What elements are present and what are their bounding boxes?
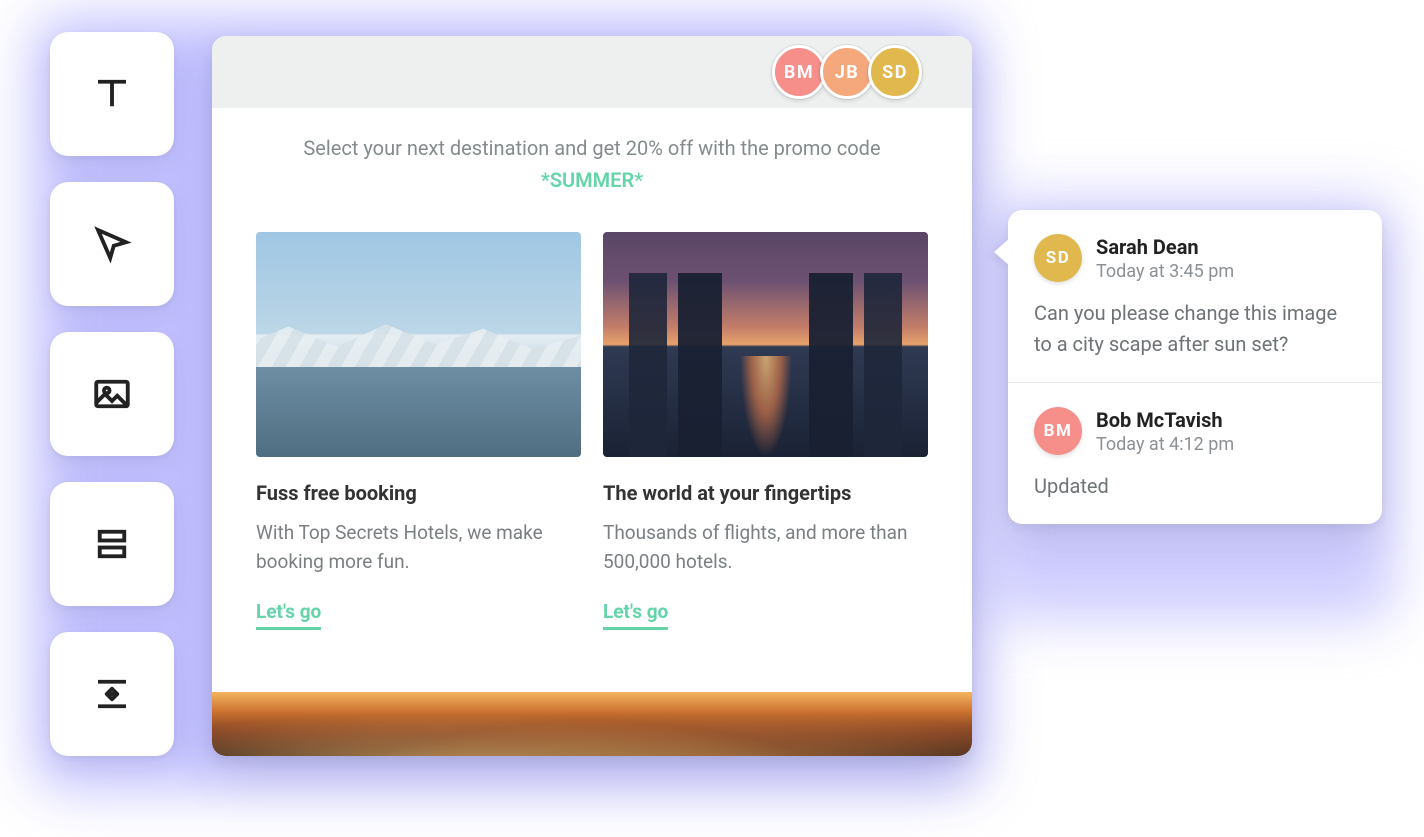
card-2-title: The world at your fingertips <box>603 481 928 505</box>
tool-rows-button[interactable] <box>50 482 174 606</box>
comment-2-header: BM Bob McTavish Today at 4:12 pm <box>1034 407 1356 455</box>
footer-banner-image <box>212 692 972 756</box>
left-toolbar <box>50 32 174 756</box>
tool-image-button[interactable] <box>50 332 174 456</box>
tool-spacing-button[interactable] <box>50 632 174 756</box>
image-icon <box>91 373 133 415</box>
tool-text-button[interactable] <box>50 32 174 156</box>
comment-2[interactable]: BM Bob McTavish Today at 4:12 pm Updated <box>1008 382 1382 524</box>
card-2-cta[interactable]: Let's go <box>603 600 668 630</box>
rows-icon <box>91 523 133 565</box>
card-2-desc: Thousands of flights, and more than 500,… <box>603 519 928 576</box>
comments-panel: SD Sarah Dean Today at 3:45 pm Can you p… <box>1008 210 1382 524</box>
comment-1-author: Sarah Dean <box>1096 235 1234 259</box>
avatar-jb[interactable]: JB <box>820 45 874 99</box>
comment-1-time: Today at 3:45 pm <box>1096 261 1234 282</box>
comment-2-avatar: BM <box>1034 407 1082 455</box>
pointer-icon <box>91 223 133 265</box>
promo-text: Select your next destination and get 20%… <box>256 136 928 160</box>
card-1-image[interactable] <box>256 232 581 457</box>
editor-canvas: BM JB SD Select your next destination an… <box>212 36 972 756</box>
comment-1-header: SD Sarah Dean Today at 3:45 pm <box>1034 234 1356 282</box>
card-2: The world at your fingertips Thousands o… <box>603 232 928 630</box>
text-icon <box>91 73 133 115</box>
comment-2-author: Bob McTavish <box>1096 408 1234 432</box>
promo-code: *SUMMER* <box>256 168 928 192</box>
editor-header: BM JB SD <box>212 36 972 108</box>
card-1: Fuss free booking With Top Secrets Hotel… <box>256 232 581 630</box>
card-2-image[interactable] <box>603 232 928 457</box>
collaborator-avatars: BM JB SD <box>772 45 922 99</box>
comment-2-body: Updated <box>1034 471 1356 502</box>
comment-1-body: Can you please change this image to a ci… <box>1034 298 1356 360</box>
editor-body: Select your next destination and get 20%… <box>212 108 972 630</box>
comment-2-time: Today at 4:12 pm <box>1096 434 1234 455</box>
card-1-desc: With Top Secrets Hotels, we make booking… <box>256 519 581 576</box>
card-1-cta[interactable]: Let's go <box>256 600 321 630</box>
comment-1-avatar: SD <box>1034 234 1082 282</box>
card-1-title: Fuss free booking <box>256 481 581 505</box>
cards-row: Fuss free booking With Top Secrets Hotel… <box>256 232 928 630</box>
spacing-icon <box>91 673 133 715</box>
avatar-bm[interactable]: BM <box>772 45 826 99</box>
tool-pointer-button[interactable] <box>50 182 174 306</box>
avatar-sd[interactable]: SD <box>868 45 922 99</box>
comment-1[interactable]: SD Sarah Dean Today at 3:45 pm Can you p… <box>1008 210 1382 382</box>
